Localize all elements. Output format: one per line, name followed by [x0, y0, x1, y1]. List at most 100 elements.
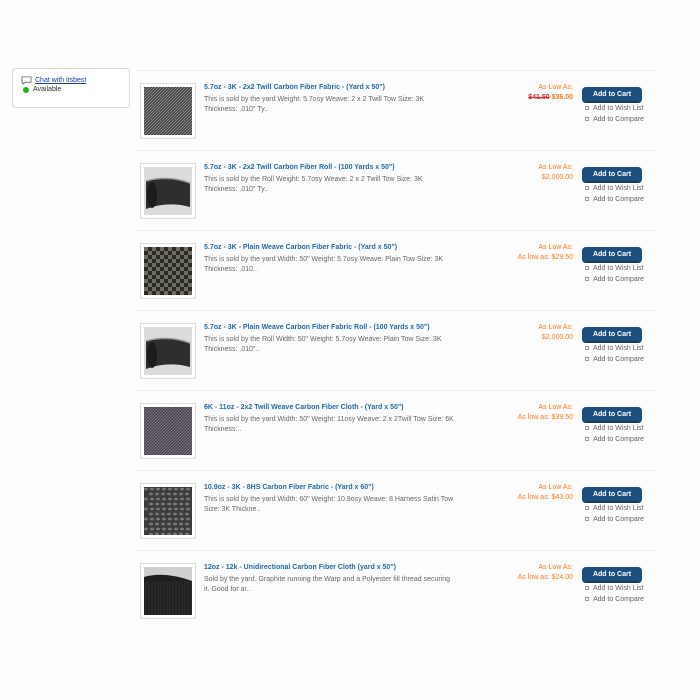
price-block: As Low As: As low as: $29.50 — [443, 243, 573, 263]
product-title-link[interactable]: 5.7oz - 3K - Plain Weave Carbon Fiber Fa… — [204, 243, 454, 253]
product-description: This is sold by the yard Width: 50" Weig… — [204, 256, 444, 273]
bullet-square-icon — [585, 186, 589, 190]
add-to-wishlist-link[interactable]: Add to Wish List — [585, 503, 657, 514]
add-to-wishlist-link[interactable]: Add to Wish List — [585, 583, 657, 594]
add-to-cart-button[interactable]: Add to Cart — [582, 326, 642, 343]
sale-price: $36.00 — [551, 94, 573, 101]
bullet-square-icon — [585, 426, 589, 430]
price: As low as: $24.00 — [517, 574, 573, 581]
product-image[interactable] — [140, 563, 196, 619]
price-block: As Low As: $41.50 $36.00 — [443, 83, 573, 103]
bullet-square-icon — [585, 266, 589, 270]
bullet-square-icon — [585, 597, 589, 601]
product-actions: Add to Cart Add to Wish List Add to Compar… — [582, 243, 657, 285]
add-to-cart-button[interactable]: Add to Cart — [582, 86, 642, 103]
add-to-cart-button[interactable]: Add to Cart — [582, 486, 642, 503]
product-image[interactable] — [140, 323, 196, 379]
price: As low as: $29.50 — [517, 254, 573, 261]
product-row: 5.7oz - 3K - 2x2 Twill Carbon Fiber Roll… — [137, 150, 655, 230]
product-row: 5.7oz - 3K - 2x2 Twill Carbon Fiber Fabr… — [137, 70, 655, 150]
bullet-square-icon — [585, 277, 589, 281]
add-to-cart-button[interactable]: Add to Cart — [582, 166, 642, 183]
product-description: This is sold by the Roll Width: 50" Weig… — [204, 336, 442, 353]
product-description: This is sold by the Roll Weight: 5.7osy … — [204, 176, 423, 193]
add-to-wishlist-link[interactable]: Add to Wish List — [585, 423, 657, 434]
add-to-compare-link[interactable]: Add to Compare — [585, 514, 657, 525]
add-to-cart-button[interactable]: Add to Cart — [582, 406, 642, 423]
price: $2,000.00 — [541, 174, 573, 181]
wishlist-label: Add to Wish List — [593, 264, 644, 272]
price-block: As Low As: $2,000.00 — [443, 163, 573, 183]
compare-label: Add to Compare — [593, 595, 644, 603]
status-online-icon — [23, 86, 29, 93]
wishlist-label: Add to Wish List — [593, 584, 644, 592]
product-image[interactable] — [140, 83, 196, 139]
chat-link[interactable]: Chat with itsbest — [35, 77, 86, 84]
twill-weave-cloth-icon — [144, 407, 192, 455]
as-low-as-label: As Low As: — [538, 324, 573, 331]
bullet-square-icon — [585, 506, 589, 510]
bullet-square-icon — [585, 586, 589, 590]
compare-label: Add to Compare — [593, 275, 644, 283]
product-image[interactable] — [140, 243, 196, 299]
satin-weave-fabric-icon — [144, 487, 192, 535]
compare-label: Add to Compare — [593, 515, 644, 523]
as-low-as-label: As Low As: — [538, 404, 573, 411]
chat-status: Available — [33, 86, 62, 93]
add-to-compare-link[interactable]: Add to Compare — [585, 434, 657, 445]
price-block: As Low As: $2,000.00 — [443, 323, 573, 343]
price: As low as: $43.00 — [517, 494, 573, 501]
product-description: This is sold by the yard Weight: 5.7osy … — [204, 96, 425, 113]
compare-label: Add to Compare — [593, 195, 644, 203]
add-to-cart-button[interactable]: Add to Cart — [582, 246, 642, 263]
product-row: 5.7oz - 3K - Plain Weave Carbon Fiber Fa… — [137, 230, 655, 310]
product-actions: Add to Cart Add to Wish List Add to Compar… — [582, 403, 657, 445]
bullet-square-icon — [585, 106, 589, 110]
product-description: This is sold by the yard Width: 60" Weig… — [204, 496, 454, 513]
add-to-wishlist-link[interactable]: Add to Wish List — [585, 183, 657, 194]
add-to-compare-link[interactable]: Add to Compare — [585, 354, 657, 365]
price: As low as: $39.50 — [517, 414, 573, 421]
product-title-link[interactable]: 5.7oz - 3K - 2x2 Twill Carbon Fiber Roll… — [204, 163, 454, 173]
plain-weave-fabric-icon — [144, 247, 192, 295]
product-row: 6K - 11oz - 2x2 Twill Weave Carbon Fiber… — [137, 390, 655, 470]
product-row: 10.9oz - 3K - 8HS Carbon Fiber Fabric - … — [137, 470, 655, 550]
product-title-link[interactable]: 12oz - 12k - Unidirectional Carbon Fiber… — [204, 563, 454, 573]
price-block: As Low As: As low as: $24.00 — [443, 563, 573, 583]
chat-bubble-icon — [21, 76, 32, 85]
bullet-square-icon — [585, 197, 589, 201]
product-actions: Add to Cart Add to Wish List Add to Compar… — [582, 483, 657, 525]
product-title-link[interactable]: 6K - 11oz - 2x2 Twill Weave Carbon Fiber… — [204, 403, 454, 413]
wishlist-label: Add to Wish List — [593, 504, 644, 512]
fabric-roll-icon — [144, 327, 192, 375]
wishlist-label: Add to Wish List — [593, 184, 644, 192]
product-title-link[interactable]: 5.7oz - 3K - 2x2 Twill Carbon Fiber Fabr… — [204, 83, 454, 93]
compare-label: Add to Compare — [593, 435, 644, 443]
add-to-cart-button[interactable]: Add to Cart — [582, 566, 642, 583]
product-title-link[interactable]: 5.7oz - 3K - Plain Weave Carbon Fiber Fa… — [204, 323, 454, 333]
product-actions: Add to Cart Add to Wish List Add to Compar… — [582, 163, 657, 205]
chat-widget: Chat with itsbest Available — [12, 68, 130, 108]
as-low-as-label: As Low As: — [538, 244, 573, 251]
fabric-roll-icon — [144, 167, 192, 215]
product-image[interactable] — [140, 163, 196, 219]
compare-label: Add to Compare — [593, 355, 644, 363]
add-to-wishlist-link[interactable]: Add to Wish List — [585, 103, 657, 114]
product-title-link[interactable]: 10.9oz - 3K - 8HS Carbon Fiber Fabric - … — [204, 483, 454, 493]
add-to-compare-link[interactable]: Add to Compare — [585, 274, 657, 285]
add-to-compare-link[interactable]: Add to Compare — [585, 114, 657, 125]
price: $2,000.00 — [541, 334, 573, 341]
product-actions: Add to Cart Add to Wish List Add to Compar… — [582, 563, 657, 605]
add-to-compare-link[interactable]: Add to Compare — [585, 194, 657, 205]
product-image[interactable] — [140, 483, 196, 539]
product-actions: Add to Cart Add to Wish List Add to Compar… — [582, 323, 657, 365]
add-to-compare-link[interactable]: Add to Compare — [585, 594, 657, 605]
product-row: 5.7oz - 3K - Plain Weave Carbon Fiber Fa… — [137, 310, 655, 390]
product-image[interactable] — [140, 403, 196, 459]
wishlist-label: Add to Wish List — [593, 424, 644, 432]
wishlist-label: Add to Wish List — [593, 104, 644, 112]
add-to-wishlist-link[interactable]: Add to Wish List — [585, 343, 657, 354]
price-block: As Low As: As low as: $43.00 — [443, 483, 573, 503]
product-list: 5.7oz - 3K - 2x2 Twill Carbon Fiber Fabr… — [137, 70, 655, 630]
add-to-wishlist-link[interactable]: Add to Wish List — [585, 263, 657, 274]
